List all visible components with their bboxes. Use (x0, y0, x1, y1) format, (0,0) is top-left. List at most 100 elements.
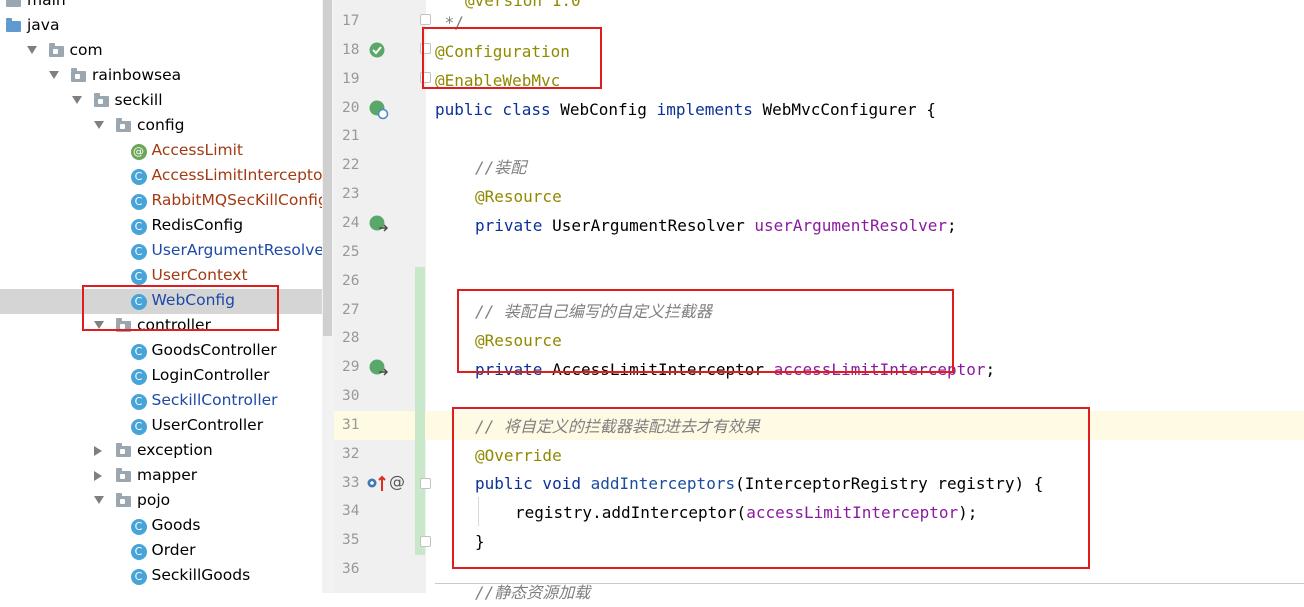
line-number: 34 (342, 503, 360, 520)
tree-item-redisconfig[interactable]: C RedisConfig (0, 214, 322, 239)
tree-item-mapper[interactable]: mapper (0, 464, 322, 489)
line-number: 18 (342, 41, 360, 58)
javadoc-version: @version 1.0 (465, 0, 581, 10)
tree-item-logincontroller[interactable]: C LoginController (0, 364, 322, 389)
line-number: 19 (342, 70, 360, 87)
tree-item-label: SeckillGoods (151, 566, 251, 584)
code-line-16: @version 1.0 (465, 0, 581, 15)
line-number: 23 (342, 186, 360, 203)
expand-arrow-icon[interactable] (94, 446, 102, 456)
tree-item-java[interactable]: java (0, 14, 322, 39)
gutter-line[interactable]: 32 (334, 441, 426, 470)
package-icon (93, 93, 109, 107)
keyword: private (475, 216, 553, 235)
fold-marker[interactable] (420, 14, 431, 25)
tree-item-goods[interactable]: C Goods (0, 514, 322, 539)
line-number: 24 (342, 214, 360, 231)
collapse-arrow-icon[interactable] (94, 496, 104, 504)
tree-item-seckill[interactable]: seckill (0, 89, 322, 114)
at-annotation-icon[interactable]: @ (389, 472, 405, 491)
expand-arrow-icon[interactable] (94, 471, 102, 481)
line-number: 21 (342, 128, 360, 145)
resource-annotation: @Resource (475, 187, 562, 206)
tree-scrollbar-thumb[interactable] (323, 0, 332, 336)
tree-item-label: RabbitMQSecKillConfig (151, 191, 323, 209)
tree-scrollbar[interactable] (322, 0, 334, 593)
collapse-arrow-icon[interactable] (49, 71, 59, 79)
bean-icon[interactable] (368, 41, 388, 61)
gutter-line[interactable]: 31 (334, 412, 426, 441)
override-method-icon[interactable] (366, 472, 388, 494)
tree-item-exception[interactable]: exception (0, 439, 322, 464)
line-number: 17 (342, 13, 360, 29)
line-number: 30 (342, 388, 360, 405)
class-name: WebConfig (560, 100, 657, 119)
tree-item-label: RedisConfig (151, 216, 244, 234)
class-icon: C (130, 369, 147, 385)
autowired-bean-icon[interactable] (368, 214, 390, 234)
class-icon: C (130, 219, 147, 235)
tree-item-pojo[interactable]: pojo (0, 489, 322, 514)
package-icon (116, 468, 131, 482)
tree-item-accesslimitinterceptor[interactable]: C AccessLimitInterceptor (0, 164, 322, 189)
tree-item-label: LoginController (151, 366, 270, 384)
tree-item-rainbowsea[interactable]: rainbowsea (0, 64, 322, 89)
gutter-line[interactable]: 36 (334, 556, 426, 585)
gutter-line[interactable]: 21 (334, 123, 426, 152)
annotation-type-icon: @ (130, 144, 147, 160)
gutter-line[interactable]: 22 (334, 152, 426, 181)
class-icon: C (130, 169, 147, 185)
tree-item-usercontroller[interactable]: C UserController (0, 414, 322, 439)
gutter-line[interactable]: 35 (334, 527, 426, 556)
tree-item-label: AccessLimitInterceptor (151, 166, 323, 184)
bean-navigate-icon[interactable] (368, 99, 390, 121)
gutter-line[interactable]: 34 (334, 498, 426, 527)
highlight-box-resource (457, 289, 954, 373)
class-icon: C (130, 519, 147, 535)
package-icon (116, 443, 131, 457)
fold-marker[interactable] (420, 478, 431, 489)
tree-item-goodscontroller[interactable]: C GoodsController (0, 339, 322, 364)
collapse-arrow-icon[interactable] (71, 96, 82, 104)
tree-item-main[interactable]: main (0, 0, 322, 14)
tree-item-label: main (27, 0, 66, 9)
semicolon: ; (947, 216, 957, 235)
tree-item-seckillcontroller[interactable]: C SeckillController (0, 389, 322, 414)
tree-item-config[interactable]: config (0, 114, 322, 139)
tree-item-label: UserArgumentResolver (151, 241, 323, 259)
gutter-line[interactable]: 27 (334, 297, 426, 326)
comment: //装配 (475, 158, 527, 177)
tree-item-com[interactable]: com (0, 39, 322, 64)
class-icon: C (130, 244, 147, 260)
gutter-line[interactable]: 25 (334, 239, 426, 268)
gutter-line[interactable]: 26 (334, 268, 426, 297)
collapse-arrow-icon[interactable] (26, 46, 37, 54)
tree-item-label: GoodsController (151, 341, 277, 359)
class-icon: C (130, 344, 147, 360)
gutter-line[interactable]: 28 (334, 325, 426, 354)
tree-item-label: exception (137, 441, 213, 459)
collapse-arrow-icon[interactable] (94, 121, 104, 129)
line-number: 28 (342, 330, 360, 347)
autowired-bean-icon[interactable] (368, 358, 390, 378)
class-icon: C (130, 544, 147, 560)
tree-item-rabbitmqseckillconfig[interactable]: C RabbitMQSecKillConfig (0, 189, 322, 214)
gutter-line[interactable]: 19 (334, 66, 426, 95)
line-number: 35 (342, 532, 360, 549)
tree-item-label: SeckillController (151, 391, 278, 409)
tree-item-label: AccessLimit (151, 141, 244, 159)
folder-icon (6, 0, 21, 7)
class-icon: C (130, 569, 147, 585)
line-number: 27 (342, 301, 360, 318)
tree-item-userargumentresolver[interactable]: C UserArgumentResolver (0, 239, 322, 264)
tree-item-label: com (69, 41, 103, 59)
tree-item-label: config (137, 116, 185, 134)
tree-item-seckillgoods[interactable]: C SeckillGoods (0, 564, 322, 589)
package-icon (71, 68, 86, 82)
gutter-line[interactable]: 30 (334, 383, 426, 412)
tree-item-accesslimit[interactable]: @ AccessLimit (0, 139, 322, 164)
gutter-line[interactable]: 23 (334, 181, 426, 210)
gutter-line[interactable]: 17 (334, 8, 426, 37)
fold-marker[interactable] (420, 536, 431, 547)
tree-item-order[interactable]: C Order (0, 539, 322, 564)
